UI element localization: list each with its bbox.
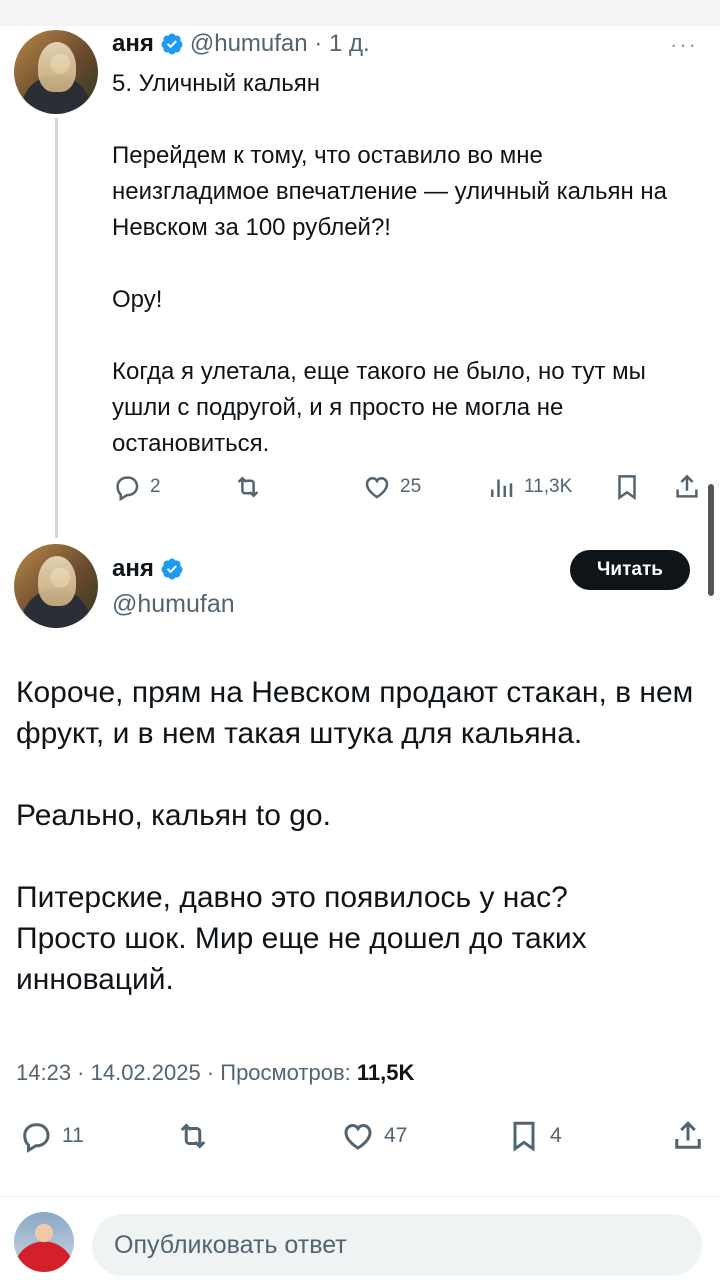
retweet-icon <box>180 1123 206 1149</box>
verified-badge-icon <box>161 33 183 55</box>
bookmark-action[interactable]: 4 <box>506 1118 562 1154</box>
reply-icon <box>116 476 139 502</box>
retweet-action[interactable] <box>174 1118 212 1154</box>
timestamp[interactable]: 14:23 · 14.02.2025 · Просмотров: <box>16 1060 357 1085</box>
like-icon <box>365 476 389 499</box>
reply-input[interactable]: Опубликовать ответ <box>92 1214 702 1276</box>
retweet-icon <box>237 476 259 498</box>
scrollbar[interactable] <box>708 484 714 596</box>
bookmark-count: 4 <box>550 1124 562 1147</box>
share-action[interactable] <box>672 472 702 502</box>
reply-count: 2 <box>150 476 161 497</box>
share-icon <box>676 474 698 498</box>
reply-count: 11 <box>62 1124 84 1147</box>
reply-icon <box>23 1123 50 1153</box>
like-action[interactable]: 25 <box>362 472 421 502</box>
author-handle[interactable]: @humufan <box>112 590 235 619</box>
views-action[interactable]: 11,3K <box>486 472 572 502</box>
handle-and-time: @humufan · 1 д. <box>189 30 370 57</box>
tweet1-text: 5. Уличный кальян Перейдем к тому, что о… <box>112 70 668 457</box>
current-user-avatar[interactable] <box>14 1212 74 1272</box>
tweet-meta: 14:23 · 14.02.2025 · Просмотров: 11,5K <box>16 1060 414 1086</box>
avatar[interactable] <box>14 544 98 628</box>
avatar[interactable] <box>14 30 98 114</box>
share-icon <box>675 1121 701 1149</box>
follow-button[interactable]: Читать <box>570 550 690 590</box>
bookmark-action[interactable] <box>612 472 642 502</box>
reply-action[interactable]: 11 <box>18 1118 84 1154</box>
thread-line <box>55 118 58 538</box>
bookmark-icon <box>618 475 636 501</box>
divider <box>0 1196 720 1197</box>
like-action[interactable]: 47 <box>340 1118 407 1154</box>
reply-action[interactable]: 2 <box>112 472 161 502</box>
bookmark-icon <box>513 1121 535 1152</box>
like-count: 25 <box>400 476 422 497</box>
like-icon <box>344 1123 372 1150</box>
tweet1-header: аня @humufan · 1 д. <box>112 30 370 58</box>
author-name[interactable]: аня <box>112 30 154 58</box>
view-count[interactable]: 11,5K <box>357 1060 415 1085</box>
retweet-action[interactable] <box>232 472 264 502</box>
like-count: 47 <box>384 1124 408 1147</box>
top-strip <box>0 0 720 26</box>
tweet2-text: Короче, прям на Невском продают стакан, … <box>16 676 694 996</box>
views-count: 11,3K <box>524 476 573 497</box>
share-action[interactable] <box>670 1118 706 1154</box>
verified-badge-icon <box>161 558 183 580</box>
tweet2-header: аня <box>112 555 184 583</box>
views-icon <box>491 479 513 497</box>
author-name[interactable]: аня <box>112 555 154 583</box>
more-icon[interactable]: ··· <box>670 32 698 58</box>
